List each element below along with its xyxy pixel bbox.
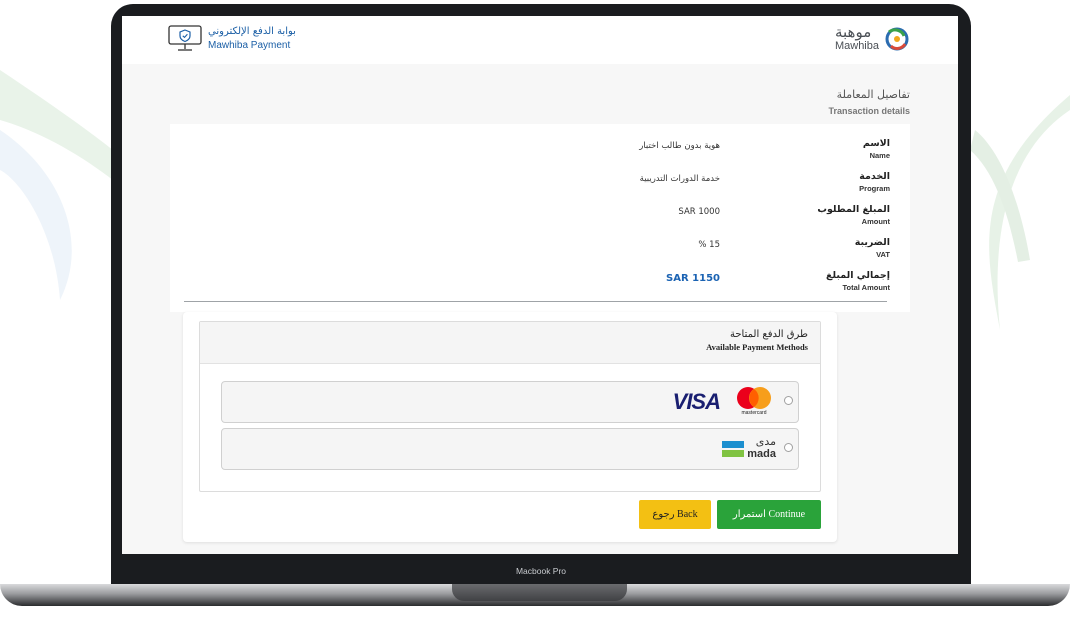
detail-label-ar: الضريبة [854, 237, 890, 248]
detail-label-ar: الخدمة [859, 171, 890, 182]
page-header: بوابة الدفع الإلكتروني Mawhiba Payment م… [122, 16, 958, 64]
detail-row-amount: المبلغ المطلوب Amount SAR 1000 [190, 204, 890, 230]
total-amount-value: SAR 1150 [666, 273, 720, 284]
page-content: تفاصيل المعاملة Transaction details الاس… [122, 64, 958, 554]
gateway-title-en: Mawhiba Payment [208, 40, 291, 51]
logo-text-en: Mawhiba [834, 40, 879, 52]
laptop-notch [452, 584, 627, 601]
mastercard-logo: mastercard [732, 386, 776, 418]
payment-methods-title-ar: طرق الدفع المتاحة [730, 329, 808, 340]
mawhiba-logo[interactable]: موهبة Mawhiba [835, 24, 912, 54]
browser-screen: بوابة الدفع الإلكتروني Mawhiba Payment م… [122, 16, 958, 554]
detail-label-en: Amount [861, 217, 890, 226]
section-title-en: Transaction details [828, 106, 910, 116]
visa-logo: VISA [672, 389, 721, 414]
detail-label-en: Program [859, 184, 890, 193]
detail-value: هوية بدون طالب اختبار [639, 141, 720, 151]
mastercard-label: mastercard [741, 410, 767, 416]
detail-label-en: VAT [876, 250, 890, 259]
detail-value: SAR 1000 [678, 207, 720, 217]
continue-button[interactable]: استمرار Continue [717, 500, 821, 529]
logo-text-ar: موهبة [834, 23, 872, 41]
section-title-ar: تفاصيل المعاملة [836, 88, 910, 101]
mada-blue-bar [722, 441, 744, 448]
detail-row-name: الاسم Name هوية بدون طالب اختبار [190, 138, 890, 164]
monitor-shield-icon [168, 25, 202, 51]
transaction-details: الاسم Name هوية بدون طالب اختبار الخدمة Pr… [170, 124, 910, 312]
back-button[interactable]: رجوع Back [639, 500, 711, 529]
mada-green-bar [722, 450, 744, 457]
detail-label-ar: إجمالي المبلغ [826, 270, 890, 281]
payment-methods-header: طرق الدفع المتاحة Available Payment Meth… [200, 322, 820, 364]
mada-label-ar: مدى [755, 435, 776, 448]
payment-card: طرق الدفع المتاحة Available Payment Meth… [183, 312, 837, 542]
detail-label-ar: المبلغ المطلوب [817, 204, 890, 215]
payment-radio-visa-mastercard[interactable] [784, 396, 793, 405]
gateway-title-ar: بوابة الدفع الإلكتروني [208, 26, 296, 37]
detail-value: 15 % [698, 240, 720, 250]
detail-row-total: إجمالي المبلغ Total Amount SAR 1150 [190, 270, 890, 296]
payment-radio-mada[interactable] [784, 443, 793, 452]
detail-label-en: Total Amount [842, 283, 891, 292]
detail-row-program: الخدمة Program خدمة الدورات التدريبية [190, 171, 890, 197]
details-divider [184, 301, 887, 302]
detail-label-ar: الاسم [862, 138, 890, 149]
mawhiba-logo-icon [885, 27, 909, 51]
device-label: Macbook Pro [515, 566, 567, 576]
payment-methods-box: طرق الدفع المتاحة Available Payment Meth… [199, 321, 821, 492]
payment-option-mada[interactable]: مدى mada [221, 428, 799, 470]
payment-option-visa-mastercard[interactable]: mastercard VISA [221, 381, 799, 423]
detail-label-en: Name [869, 151, 890, 160]
mada-label-en: mada [747, 448, 776, 460]
payment-methods-title-en: Available Payment Methods [706, 342, 808, 352]
payment-gateway-brand: بوابة الدفع الإلكتروني Mawhiba Payment [168, 25, 296, 53]
detail-row-vat: الضريبة VAT 15 % [190, 237, 890, 263]
detail-value: خدمة الدورات التدريبية [639, 174, 720, 184]
mada-logo: مدى mada [722, 436, 776, 464]
mastercard-icon [737, 387, 771, 409]
section-title: تفاصيل المعاملة Transaction details [828, 87, 910, 119]
